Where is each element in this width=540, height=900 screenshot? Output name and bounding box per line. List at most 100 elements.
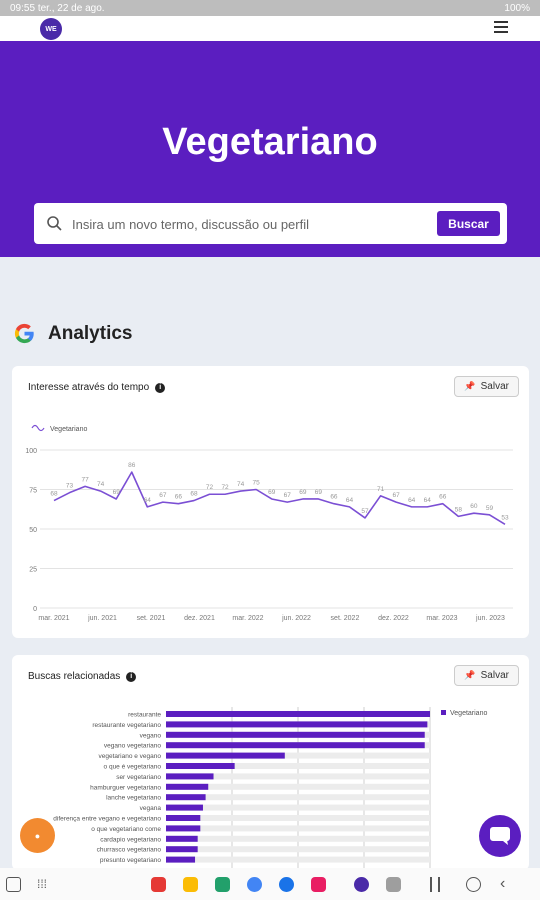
chat-button[interactable]	[479, 815, 521, 857]
data-label: 66	[175, 494, 183, 501]
app-icon-gray[interactable]	[386, 877, 401, 892]
bar	[166, 711, 430, 717]
data-label: 66	[330, 494, 338, 501]
x-tick-label: set. 2022	[331, 615, 360, 622]
bar-category-label: ser vegetariano	[116, 774, 161, 781]
y-tick-label: 25	[29, 567, 37, 574]
bar-category-label: vegano	[140, 732, 162, 739]
data-label: 69	[315, 489, 323, 496]
bar	[166, 752, 285, 759]
data-label: 58	[455, 506, 463, 513]
y-tick-label: 50	[29, 527, 37, 534]
top-nav: WE	[0, 16, 540, 41]
bar-category-label: restaurante	[128, 712, 161, 719]
x-tick-label: jun. 2023	[475, 615, 505, 622]
related-card: Buscas relacionadas i 📌 Salvar restaurant…	[12, 655, 529, 870]
status-date: ter., 22 de ago.	[37, 2, 105, 14]
accessibility-icon[interactable]	[6, 877, 21, 892]
bar	[166, 773, 214, 780]
bar-category-label: churrasco vegetariano	[97, 847, 162, 854]
data-label: 69	[299, 489, 307, 496]
x-tick-label: mar. 2021	[38, 615, 69, 622]
bar-category-label: o que vegetariano come	[91, 826, 161, 833]
data-label: 64	[346, 497, 354, 504]
legend-swatch	[31, 424, 45, 432]
bar	[166, 783, 209, 790]
bar-track	[166, 856, 430, 863]
status-time: 09:55	[10, 2, 36, 14]
page-title: Vegetariano	[162, 121, 378, 163]
bar-category-label: restaurante vegetariano	[92, 722, 161, 729]
app-icon-orange[interactable]	[183, 877, 198, 892]
bar	[166, 825, 201, 832]
app-icon-purple[interactable]	[354, 877, 369, 892]
bar-category-label: cardapio vegetariano	[100, 836, 161, 843]
site-logo[interactable]: WE	[40, 18, 62, 40]
data-label: 69	[268, 489, 276, 496]
x-tick-label: dez. 2021	[184, 615, 215, 622]
bar-track	[166, 825, 430, 832]
bar-track	[166, 846, 430, 853]
messages-icon[interactable]	[279, 877, 294, 892]
chat-icon	[490, 827, 510, 845]
home-icon[interactable]	[466, 877, 481, 892]
data-label: 67	[393, 492, 401, 499]
data-label: 64	[144, 497, 152, 504]
status-right: 100%	[504, 3, 530, 14]
y-tick-label: 75	[29, 488, 37, 495]
search-box: Buscar	[34, 203, 507, 244]
app-icon-pink[interactable]	[311, 877, 326, 892]
bar-category-label: vegana	[140, 805, 162, 812]
bar	[166, 721, 428, 728]
data-label: 68	[190, 491, 198, 498]
bar-category-label: diferença entre vegano e vegetariano	[53, 816, 161, 823]
data-label: 68	[50, 491, 58, 498]
x-tick-label: jun. 2021	[87, 615, 117, 622]
data-label: 74	[237, 481, 245, 488]
app-icon-green[interactable]	[215, 877, 230, 892]
apps-grid-icon[interactable]: ⁞⁞⁞	[37, 877, 52, 892]
y-tick-label: 100	[25, 448, 37, 455]
data-label: 64	[408, 497, 416, 504]
assistant-fab[interactable]: ●	[20, 818, 55, 853]
data-label: 57	[361, 508, 369, 515]
back-icon[interactable]: ‹	[500, 876, 515, 892]
x-tick-label: jun. 2022	[281, 615, 311, 622]
menu-icon[interactable]	[494, 21, 508, 33]
x-tick-label: mar. 2022	[232, 615, 263, 622]
data-label: 72	[206, 484, 214, 491]
interest-card: Interesse através do tempo i 📌 Salvar Veg…	[12, 366, 529, 638]
series-line-vegetariano	[53, 471, 506, 525]
bar-category-label: vegetariano e vegano	[98, 753, 161, 760]
data-label: 53	[501, 514, 509, 521]
search-icon	[47, 216, 62, 231]
interest-line-chart: Vegetariano 0 25 50 75 100 68 73 77 74 69 86 64 67 66 6…	[25, 424, 513, 622]
chrome-icon[interactable]	[247, 877, 262, 892]
google-logo-icon	[14, 323, 34, 344]
data-label: 59	[486, 505, 494, 512]
legend-swatch	[441, 710, 446, 715]
data-label: 72	[221, 484, 229, 491]
x-tick-label: mar. 2023	[426, 615, 457, 622]
bar	[166, 804, 203, 811]
legend-label: Vegetariano	[450, 710, 487, 717]
bar	[166, 835, 198, 842]
recents-icon[interactable]	[430, 877, 440, 892]
bar-track	[166, 815, 430, 821]
bar-category-label: vegano vegetariano	[104, 743, 161, 750]
bar	[166, 731, 425, 738]
battery-text: 100%	[504, 2, 530, 14]
bar	[166, 856, 196, 863]
system-nav-bar: ⁞⁞⁞ ‹	[0, 868, 540, 900]
chart-legend: Vegetariano	[441, 710, 487, 717]
data-label: 86	[128, 462, 136, 469]
bar-category-label: presunto vegetariano	[100, 857, 161, 864]
data-label: 74	[97, 481, 105, 488]
app-icon-red[interactable]	[151, 877, 166, 892]
data-label: 73	[66, 483, 74, 490]
data-label: 75	[253, 480, 261, 487]
search-button[interactable]: Buscar	[437, 211, 500, 236]
x-tick-label: dez. 2022	[378, 615, 409, 622]
data-label: 67	[159, 492, 167, 499]
search-input[interactable]	[72, 213, 432, 235]
